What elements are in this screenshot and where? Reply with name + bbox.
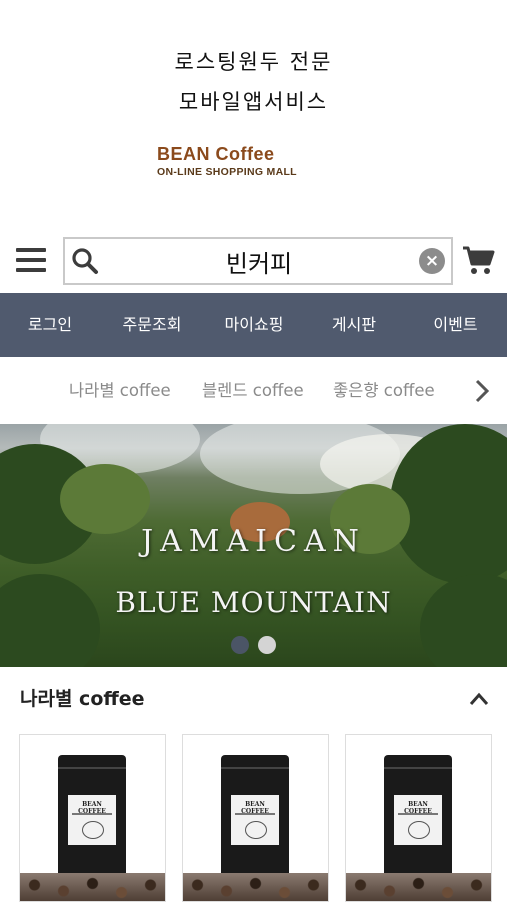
clear-icon[interactable]: × <box>419 248 445 274</box>
section-header: 나라별 coffee <box>0 672 507 726</box>
coffee-beans-image <box>183 873 328 901</box>
nav-board[interactable]: 게시판 <box>304 293 404 357</box>
coffee-bag-image: BEAN COFFEE <box>58 755 126 875</box>
logo-sub-text: ON-LINE SHOPPING MALL <box>157 166 297 178</box>
search-bar: × <box>0 234 507 286</box>
menu-icon[interactable] <box>16 246 46 274</box>
banner-title-line1: JAMAICAN <box>141 524 366 559</box>
nav-event[interactable]: 이벤트 <box>404 293 507 357</box>
coffee-beans-image <box>20 873 165 901</box>
cart-icon[interactable] <box>461 244 495 276</box>
chevron-up-icon[interactable] <box>466 688 492 710</box>
category-blend-coffee[interactable]: 블렌드 coffee <box>202 360 304 422</box>
coffee-bag-image: BEAN COFFEE <box>384 755 452 875</box>
section-title: 나라별 coffee <box>20 688 145 710</box>
nav-order-lookup[interactable]: 주문조회 <box>100 293 204 357</box>
brand-logo[interactable]: BEAN Coffee ON-LINE SHOPPING MALL <box>157 144 327 178</box>
main-nav: 로그인 주문조회 마이쇼핑 게시판 이벤트 <box>0 293 507 357</box>
nav-login[interactable]: 로그인 <box>0 293 100 357</box>
slide-dot-1[interactable] <box>231 636 249 654</box>
search-box: × <box>63 237 453 285</box>
search-input[interactable] <box>109 239 409 283</box>
tagline-line1: 로스팅원두 전문 <box>174 50 333 74</box>
nav-my-shopping[interactable]: 마이쇼핑 <box>204 293 304 357</box>
category-country-coffee[interactable]: 나라별 coffee <box>69 360 171 422</box>
slide-dot-2[interactable] <box>258 636 276 654</box>
product-card[interactable]: BEAN COFFEE <box>182 734 329 902</box>
chevron-right-icon[interactable] <box>470 378 494 404</box>
product-card[interactable]: BEAN COFFEE <box>345 734 492 902</box>
category-aroma-coffee[interactable]: 좋은향 coffee <box>333 360 435 422</box>
header: 로스팅원두 전문 모바일앱서비스 BEAN Coffee ON-LINE SHO… <box>0 0 507 230</box>
tagline-line2: 모바일앱서비스 <box>178 90 329 114</box>
search-icon[interactable] <box>71 247 99 275</box>
coffee-bag-image: BEAN COFFEE <box>221 755 289 875</box>
coffee-beans-image <box>346 873 491 901</box>
hero-banner[interactable]: JAMAICAN BLUE MOUNTAIN <box>0 424 507 667</box>
category-bar: 나라별 coffee 블렌드 coffee 좋은향 coffee <box>0 360 507 422</box>
logo-main-text: BEAN Coffee <box>157 144 275 164</box>
product-card[interactable]: BEAN COFFEE <box>19 734 166 902</box>
banner-title-line2: BLUE MOUNTAIN <box>115 586 392 619</box>
